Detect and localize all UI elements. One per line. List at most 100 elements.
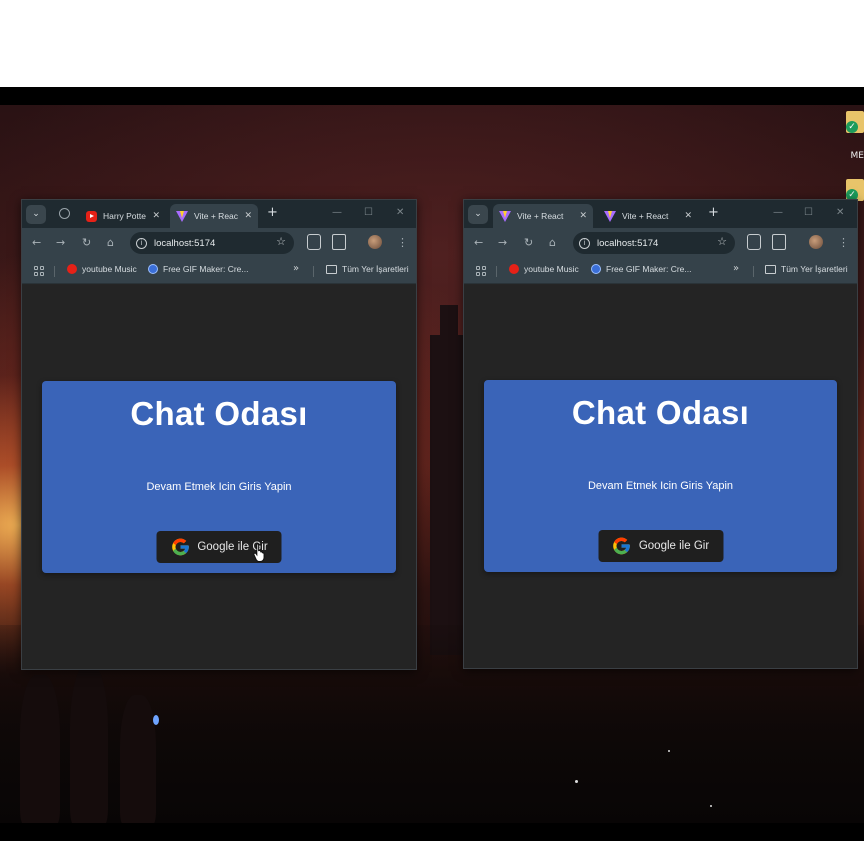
all-bookmarks[interactable]: Tüm Yer İşaretleri (765, 264, 848, 274)
minimize-icon[interactable]: — (773, 207, 783, 218)
vite-icon (176, 210, 188, 222)
browser-window-left: ⌄ Harry Potte ✕ Vite + Reac ✕ + — ☐ ✕ ← … (21, 199, 417, 670)
close-icon[interactable]: ✕ (684, 211, 692, 221)
bookmark-youtube-music[interactable]: youtube Music (509, 264, 579, 274)
tab-label: Harry Potte (103, 211, 146, 221)
tab-label: Vite + Reac (194, 211, 239, 221)
new-tab-button[interactable]: + (708, 205, 719, 220)
tab-label: Vite + React (517, 211, 564, 221)
close-icon[interactable]: ✕ (152, 211, 160, 221)
back-icon[interactable]: ← (474, 235, 483, 251)
bookmark-star-icon[interactable]: ☆ (717, 235, 727, 248)
reading-list-icon[interactable] (747, 234, 761, 250)
bookmark-label: youtube Music (82, 264, 137, 274)
tab-vite-react[interactable]: Vite + Reac ✕ (170, 204, 258, 228)
bookmark-gif-maker[interactable]: Free GIF Maker: Cre... (591, 264, 692, 274)
gif-maker-icon (148, 264, 158, 274)
vite-icon (499, 210, 511, 222)
forward-icon[interactable]: → (498, 235, 507, 251)
all-bookmarks-label: Tüm Yer İşaretleri (781, 264, 848, 274)
folder-icon: ✓ (846, 111, 864, 133)
folder-icon (326, 264, 337, 274)
page-title: Chat Odası (571, 394, 750, 431)
close-icon[interactable]: ✕ (579, 211, 587, 221)
google-login-button[interactable]: Google ile Gir (156, 531, 282, 563)
globe-icon[interactable] (59, 208, 70, 219)
google-login-label: Google ile Gir (638, 540, 710, 552)
url-text: localhost:5174 (597, 237, 659, 249)
browser-toolbar: ← → ↻ ⌂ i localhost:5174 ☆ ⋮ (464, 228, 857, 258)
apps-icon[interactable] (34, 266, 44, 276)
desktop-icon-label: ME (850, 151, 864, 161)
bookmark-youtube-music[interactable]: youtube Music (67, 264, 137, 274)
home-icon[interactable]: ⌂ (549, 235, 556, 251)
bookmarks-bar: youtube Music Free GIF Maker: Cre... » T… (464, 258, 857, 284)
bookmark-label: Free GIF Maker: Cre... (606, 264, 692, 274)
page-title: Chat Odası (130, 395, 308, 432)
youtube-music-icon (509, 264, 519, 274)
reload-icon[interactable]: ↻ (524, 235, 533, 251)
profile-avatar[interactable] (368, 235, 382, 249)
tab-strip: ⌄ Vite + React ✕ Vite + React ✕ + — ☐ ✕ (464, 200, 857, 228)
tab-harry-potter[interactable]: Harry Potte ✕ (80, 204, 166, 228)
all-bookmarks-label: Tüm Yer İşaretleri (342, 264, 409, 274)
back-icon[interactable]: ← (32, 235, 41, 251)
window-close-icon[interactable]: ✕ (836, 207, 844, 218)
reload-icon[interactable]: ↻ (82, 235, 91, 251)
login-subtitle: Devam Etmek Icin Giris Yapin (146, 481, 292, 493)
gif-maker-icon (591, 264, 601, 274)
maximize-icon[interactable]: ☐ (364, 207, 373, 218)
tab-strip: ⌄ Harry Potte ✕ Vite + Reac ✕ + — ☐ ✕ (22, 200, 416, 228)
login-card: Chat Odası Devam Etmek Icin Giris Yapin … (42, 381, 396, 573)
extensions-icon[interactable] (772, 234, 786, 250)
google-icon (613, 537, 631, 555)
bookmark-gif-maker[interactable]: Free GIF Maker: Cre... (148, 264, 249, 274)
page-content: Chat Odası Devam Etmek Icin Giris Yapin … (464, 285, 857, 668)
bookmarks-bar: youtube Music Free GIF Maker: Cre... » T… (22, 258, 416, 284)
close-icon[interactable]: ✕ (244, 211, 252, 221)
tab-vite-react-1[interactable]: Vite + React ✕ (493, 204, 593, 228)
maximize-icon[interactable]: ☐ (804, 207, 813, 218)
profile-avatar[interactable] (809, 235, 823, 249)
forward-icon[interactable]: → (56, 235, 65, 251)
bookmark-label: Free GIF Maker: Cre... (163, 264, 249, 274)
google-login-button[interactable]: Google ile Gir (598, 530, 723, 562)
browser-toolbar: ← → ↻ ⌂ i localhost:5174 ☆ ⋮ (22, 228, 416, 258)
menu-icon[interactable]: ⋮ (397, 235, 408, 251)
vite-icon (604, 210, 616, 222)
tab-label: Vite + React (622, 211, 669, 221)
screen-recording-frame: ✓ ME ✓ ⌄ Harry Potte ✕ Vite + Reac ✕ + —… (0, 0, 864, 864)
extensions-icon[interactable] (332, 234, 346, 250)
address-bar[interactable]: i localhost:5174 ☆ (130, 232, 294, 254)
bookmark-label: youtube Music (524, 264, 579, 274)
bookmark-star-icon[interactable]: ☆ (276, 235, 286, 248)
minimize-icon[interactable]: — (332, 207, 342, 218)
all-bookmarks[interactable]: Tüm Yer İşaretleri (326, 264, 409, 274)
new-tab-button[interactable]: + (267, 205, 278, 220)
tab-vite-react-2[interactable]: Vite + React ✕ (598, 204, 698, 228)
apps-icon[interactable] (476, 266, 486, 276)
tab-search-button[interactable]: ⌄ (468, 205, 488, 224)
youtube-icon (86, 210, 97, 222)
folder-icon (765, 264, 776, 274)
browser-window-right: ⌄ Vite + React ✕ Vite + React ✕ + — ☐ ✕ … (463, 199, 858, 669)
home-icon[interactable]: ⌂ (107, 235, 114, 251)
tab-search-button[interactable]: ⌄ (26, 205, 46, 224)
window-close-icon[interactable]: ✕ (396, 207, 404, 218)
url-text: localhost:5174 (154, 237, 216, 249)
folder-icon: ✓ (846, 179, 864, 201)
google-icon (172, 538, 189, 556)
login-card: Chat Odası Devam Etmek Icin Giris Yapin … (484, 380, 837, 572)
site-info-icon[interactable]: i (136, 237, 147, 249)
desktop-icon-1[interactable]: ✓ ME (844, 105, 864, 165)
more-bookmarks-icon[interactable]: » (293, 263, 299, 274)
menu-icon[interactable]: ⋮ (838, 235, 849, 251)
hand-cursor-icon (253, 543, 265, 562)
address-bar[interactable]: i localhost:5174 ☆ (573, 232, 735, 254)
more-bookmarks-icon[interactable]: » (733, 263, 739, 274)
site-info-icon[interactable]: i (579, 237, 590, 249)
login-subtitle: Devam Etmek Icin Giris Yapin (587, 480, 734, 492)
page-content: Chat Odası Devam Etmek Icin Giris Yapin … (22, 285, 416, 669)
youtube-music-icon (67, 264, 77, 274)
reading-list-icon[interactable] (307, 234, 321, 250)
